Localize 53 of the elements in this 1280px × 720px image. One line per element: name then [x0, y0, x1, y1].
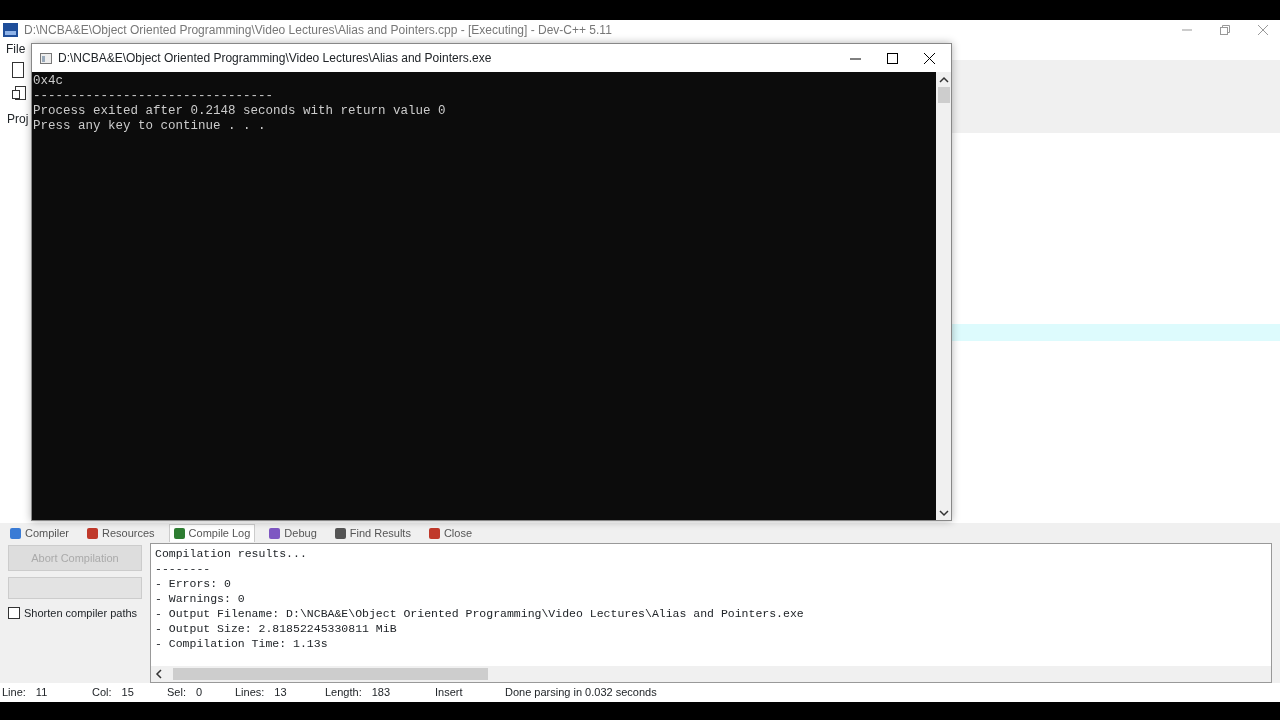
close-icon[interactable]: [924, 52, 935, 64]
scrollbar-thumb[interactable]: [173, 668, 488, 680]
log-line: - Errors: 0: [155, 576, 232, 591]
console-icon: [40, 52, 52, 64]
status-label: Col:: [92, 685, 112, 701]
panel-tab[interactable]: Debug: [265, 524, 321, 542]
status-label: Done parsing in 0.032 seconds: [505, 685, 657, 701]
console-title: D:\NCBA&E\Object Oriented Programming\Video Lectures\Alias and Pointers.exe: [58, 50, 492, 67]
console-line: Press any key to continue . . .: [33, 119, 267, 134]
log-line: - Output Filename: D:\NCBA&E\Object Oriented Programming\Video Lectures\Alias and Pointers.exe: [155, 606, 805, 621]
status-label: Insert: [435, 685, 463, 701]
scroll-up-icon[interactable]: [938, 76, 949, 84]
menu-item[interactable]: File: [6, 40, 26, 58]
status-label: Length:: [325, 685, 362, 701]
console-line: 0x4c: [33, 74, 64, 89]
console-line: Process exited after 0.2148 seconds with return value 0: [33, 104, 447, 119]
maximize-icon[interactable]: [887, 52, 898, 64]
panel-tab[interactable]: Compiler: [6, 524, 73, 542]
project-tab[interactable]: Proj: [7, 110, 32, 128]
checkbox[interactable]: [8, 607, 20, 620]
log-line: - Compilation Time: 1.13s: [155, 636, 329, 651]
panel-tab[interactable]: Compile Log: [168, 524, 256, 542]
tab-icon: [10, 527, 21, 539]
status-value: 11: [35, 685, 48, 701]
app-icon: [3, 23, 18, 37]
checkbox-label: Shorten compiler paths: [24, 606, 138, 621]
scrollbar-thumb[interactable]: [937, 87, 950, 103]
console-line: --------------------------------: [33, 89, 275, 104]
scroll-down-icon[interactable]: [938, 509, 949, 517]
status-label: Lines:: [235, 685, 265, 701]
window-icon[interactable]: [12, 86, 26, 102]
scroll-left-icon[interactable]: [155, 669, 163, 679]
status-value: 183: [371, 685, 391, 701]
window-title: D:\NCBA&E\Object Oriented Programming\Video Lectures\Alias and Pointers.cpp - [Executing] - Dev-C++ 5.11: [24, 22, 612, 39]
tab-icon: [269, 527, 281, 539]
status-label: Line:: [2, 685, 26, 701]
panel-tab[interactable]: Close: [424, 524, 477, 542]
log-line: Compilation results...: [155, 546, 308, 561]
log-line: - Output Size: 2.81852245330811 MiB: [155, 621, 398, 636]
status-label: Sel:: [167, 685, 186, 701]
log-line: - Warnings: 0: [155, 591, 246, 606]
new-file-icon[interactable]: [12, 62, 24, 78]
restore-icon[interactable]: [1220, 25, 1230, 35]
status-value: 0: [195, 685, 203, 701]
status-value: 15: [121, 685, 134, 701]
status-value: 13: [274, 685, 287, 701]
tab-icon: [334, 527, 346, 539]
tab-icon: [428, 527, 440, 539]
panel-tab[interactable]: Find Results: [330, 524, 415, 542]
tab-icon: [87, 527, 98, 539]
log-line: --------: [155, 561, 212, 576]
panel-tab[interactable]: Resources: [83, 524, 159, 542]
tab-icon: [173, 528, 185, 539]
